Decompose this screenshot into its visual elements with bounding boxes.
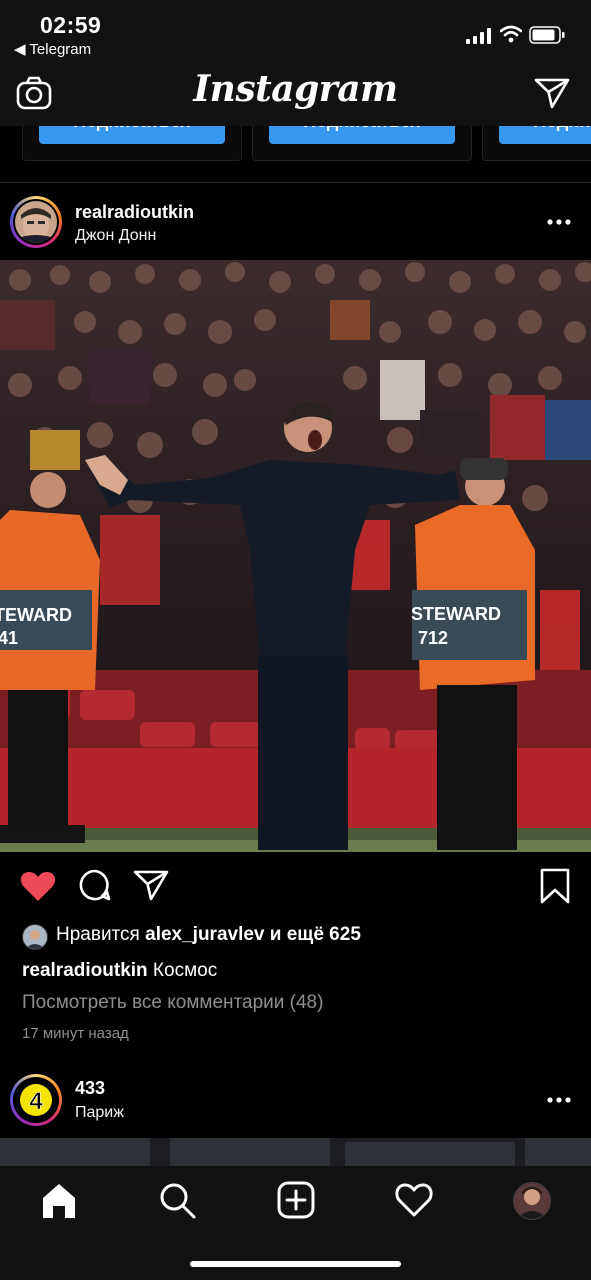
likes-prefix: Нравится [56, 924, 146, 945]
vest-text-right: STEWARD [411, 604, 501, 624]
story-ring[interactable] [10, 196, 62, 248]
share-icon[interactable] [133, 868, 169, 902]
follow-button[interactable]: Подписаться [499, 126, 591, 144]
divider [0, 182, 591, 183]
follow-button[interactable]: Подписаться [39, 126, 225, 144]
top-navigation-bar: Instagram [0, 64, 591, 126]
like-heart-icon[interactable] [20, 870, 56, 902]
instagram-logo: Instagram [193, 68, 398, 110]
post-timestamp: 17 минут назад [22, 1025, 129, 1042]
save-bookmark-icon[interactable] [539, 868, 571, 904]
post-action-bar [0, 852, 591, 922]
suggested-accounts-carousel[interactable]: Подписаться Подписаться Подписаться [0, 126, 591, 182]
caption-text: Космос [147, 960, 218, 981]
likes-suffix[interactable]: и ещё 625 [265, 924, 361, 945]
post-location[interactable]: Джон Донн [75, 227, 156, 245]
direct-send-icon[interactable] [534, 76, 570, 110]
home-icon[interactable] [39, 1180, 79, 1220]
vest-number-right: 712 [418, 628, 448, 648]
follow-button[interactable]: Подписаться [269, 126, 455, 144]
more-options-icon[interactable] [546, 1096, 572, 1104]
view-all-comments-link[interactable]: Посмотреть все комментарии (48) [22, 992, 323, 1014]
post-username[interactable]: realradioutkin [75, 202, 194, 223]
back-to-telegram-link[interactable]: ◀ Telegram [14, 40, 91, 58]
cellular-signal-icon [466, 28, 491, 44]
post-caption: realradioutkin Космос [22, 960, 217, 982]
post-photo[interactable]: TEWARD 41 STEWARD 712 [0, 260, 591, 852]
more-options-icon[interactable] [546, 218, 572, 226]
suggestion-card: Подписаться [252, 126, 472, 161]
next-post-photo[interactable] [0, 1138, 591, 1166]
433-logo-text: 4 [29, 1088, 43, 1115]
likes-user-link[interactable]: alex_juravlev [145, 924, 264, 945]
status-bar: 02:59 ◀ Telegram [0, 0, 591, 64]
status-time: 02:59 [40, 12, 102, 38]
suggestion-card: Подписаться [22, 126, 242, 161]
next-post-location[interactable]: Париж [75, 1104, 124, 1122]
user-avatar [15, 201, 57, 243]
search-icon[interactable] [157, 1180, 197, 1220]
next-post-avatar: 4 [15, 1079, 57, 1121]
caption-username[interactable]: realradioutkin [22, 960, 148, 981]
liker-avatar [22, 924, 48, 950]
next-post-username[interactable]: 433 [75, 1078, 105, 1099]
story-ring[interactable]: 4 [10, 1074, 62, 1126]
likes-text: Нравится alex_juravlev и ещё 625 [56, 924, 361, 946]
vest-text-left: TEWARD [0, 605, 72, 625]
next-post-header: 4 433 Париж [0, 1066, 591, 1138]
comment-icon[interactable] [78, 868, 112, 902]
activity-heart-icon[interactable] [394, 1180, 434, 1220]
battery-icon [529, 26, 565, 44]
profile-avatar[interactable] [513, 1182, 551, 1220]
wifi-icon [500, 25, 522, 43]
home-indicator [190, 1261, 401, 1267]
post-header: realradioutkin Джон Донн [0, 184, 591, 260]
suggestion-card: Подписаться [482, 126, 591, 161]
vest-number-left: 41 [0, 628, 18, 648]
new-post-icon[interactable] [276, 1180, 316, 1220]
